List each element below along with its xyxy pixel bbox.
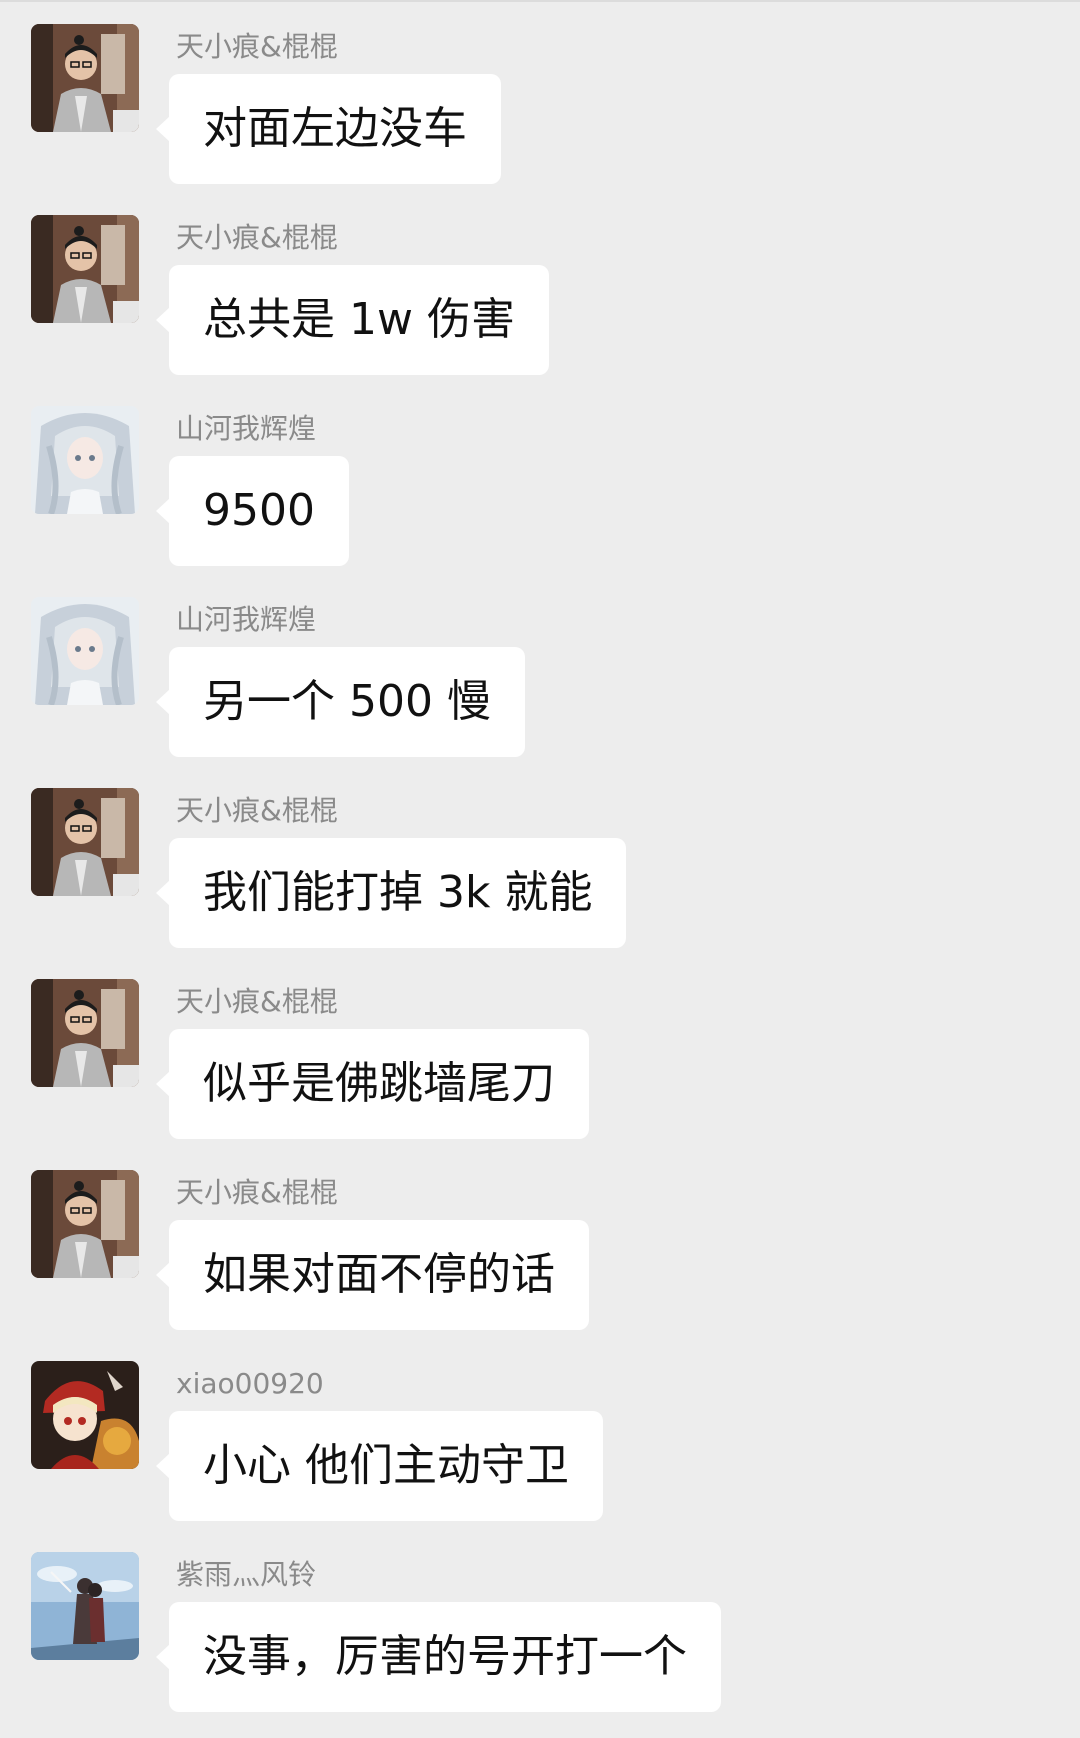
message-text: 9500 [203, 485, 315, 536]
message-text: 似乎是佛跳墙尾刀 [203, 1058, 555, 1109]
message-bubble[interactable]: 没事，厉害的号开打一个 [156, 1602, 721, 1712]
sender-name: 山河我辉煌 [176, 412, 317, 445]
message-bubble[interactable]: 总共是 1w 伤害 [156, 265, 549, 375]
chat-message: 天小痕&棍棍 总共是 1w 伤害 [0, 215, 1080, 395]
message-bubble[interactable]: 似乎是佛跳墙尾刀 [156, 1029, 589, 1139]
chat-message: 紫雨灬风铃 没事，厉害的号开打一个 [0, 1552, 1080, 1732]
chat-message-list[interactable]: 天小痕&棍棍 对面左边没车 天小痕&棍棍 总共是 1w 伤害 山河我辉煌 950… [0, 0, 1080, 1738]
sender-name: 天小痕&棍棍 [176, 794, 338, 827]
chat-message: 天小痕&棍棍 似乎是佛跳墙尾刀 [0, 979, 1080, 1159]
message-text: 如果对面不停的话 [203, 1249, 555, 1300]
sender-name: 山河我辉煌 [176, 603, 317, 636]
user-avatar-icon [31, 24, 139, 132]
user-avatar-icon [31, 597, 139, 705]
message-bubble[interactable]: 对面左边没车 [156, 74, 501, 184]
sender-name: xiao00920 [176, 1367, 324, 1400]
avatar[interactable] [31, 1552, 139, 1660]
chat-message: 天小痕&棍棍 对面左边没车 [0, 24, 1080, 204]
sender-name: 天小痕&棍棍 [176, 985, 338, 1018]
sender-name: 天小痕&棍棍 [176, 221, 338, 254]
chat-message: 山河我辉煌 9500 [0, 406, 1080, 586]
user-avatar-icon [31, 1552, 139, 1660]
message-text: 小心 他们主动守卫 [203, 1440, 569, 1491]
message-text: 另一个 500 慢 [203, 676, 491, 727]
avatar[interactable] [31, 24, 139, 132]
user-avatar-icon [31, 406, 139, 514]
message-bubble[interactable]: 9500 [156, 456, 349, 566]
message-text: 对面左边没车 [203, 103, 467, 154]
avatar[interactable] [31, 1170, 139, 1278]
chat-message: xiao00920 小心 他们主动守卫 [0, 1361, 1080, 1541]
avatar[interactable] [31, 406, 139, 514]
message-text: 总共是 1w 伤害 [203, 294, 515, 345]
sender-name: 天小痕&棍棍 [176, 1176, 338, 1209]
avatar[interactable] [31, 788, 139, 896]
chat-message: 天小痕&棍棍 我们能打掉 3k 就能 [0, 788, 1080, 968]
user-avatar-icon [31, 1170, 139, 1278]
chat-message: 天小痕&棍棍 如果对面不停的话 [0, 1170, 1080, 1350]
user-avatar-icon [31, 215, 139, 323]
avatar[interactable] [31, 215, 139, 323]
avatar[interactable] [31, 1361, 139, 1469]
message-bubble[interactable]: 如果对面不停的话 [156, 1220, 589, 1330]
message-bubble[interactable]: 另一个 500 慢 [156, 647, 525, 757]
sender-name: 天小痕&棍棍 [176, 30, 338, 63]
message-bubble[interactable]: 我们能打掉 3k 就能 [155, 838, 627, 948]
avatar[interactable] [31, 597, 139, 705]
message-bubble[interactable]: 小心 他们主动守卫 [156, 1411, 603, 1521]
user-avatar-icon [31, 1361, 139, 1469]
sender-name: 紫雨灬风铃 [176, 1558, 317, 1591]
user-avatar-icon [31, 979, 139, 1087]
avatar[interactable] [31, 979, 139, 1087]
message-text: 我们能打掉 3k 就能 [203, 867, 593, 918]
message-text: 没事，厉害的号开打一个 [203, 1631, 687, 1682]
chat-message: 山河我辉煌 另一个 500 慢 [0, 597, 1080, 777]
user-avatar-icon [31, 788, 139, 896]
